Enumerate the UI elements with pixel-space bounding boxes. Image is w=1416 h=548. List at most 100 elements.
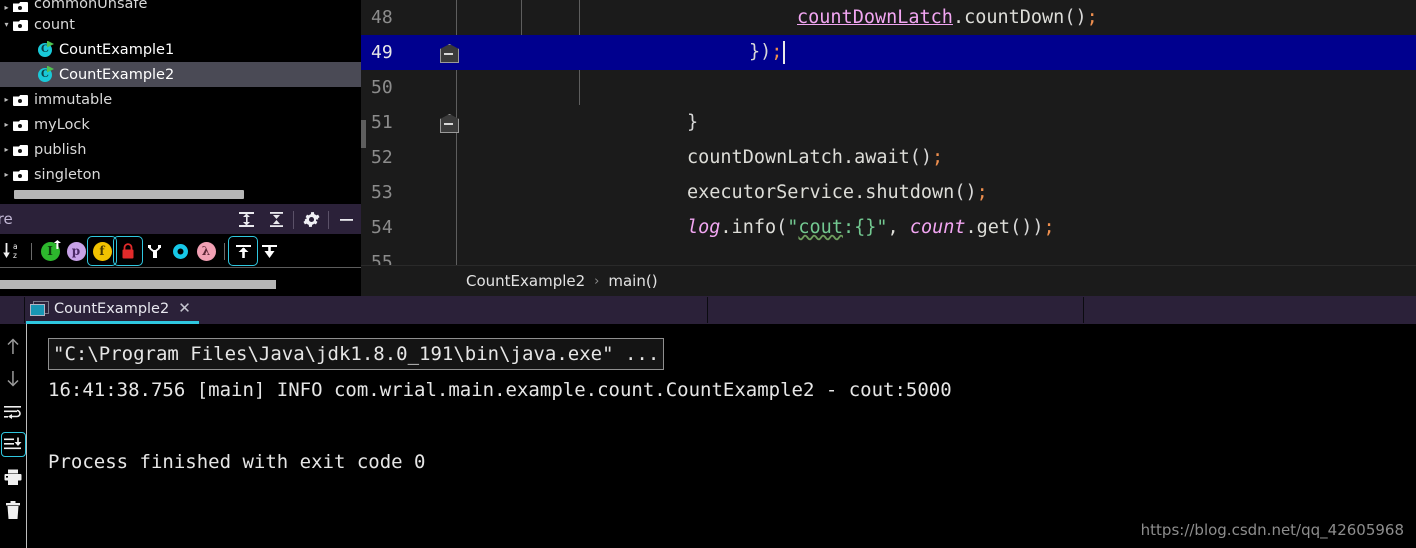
sort-alphabetically-toggle[interactable]: a z (0, 238, 26, 264)
settings-button[interactable] (296, 204, 326, 235)
text-caret (783, 41, 786, 64)
tree-item-commonunsafe[interactable]: commonUnsafe (0, 0, 361, 12)
code-token: () (1010, 217, 1033, 238)
collapse-all-button[interactable] (261, 204, 291, 235)
editor-gutter[interactable] (417, 140, 479, 175)
chevron-right-icon[interactable] (0, 96, 13, 104)
close-icon[interactable]: ✕ (178, 301, 191, 316)
code-token: .info (720, 217, 777, 238)
run-tab-bar: CountExample2 ✕ (0, 296, 1416, 324)
editor-gutter[interactable] (417, 210, 479, 245)
editor-line-52[interactable]: 52 countDownLatch.await(); (361, 140, 1416, 175)
gear-icon (302, 212, 320, 227)
editor-line-55[interactable]: 55 (361, 245, 1416, 265)
structure-horizontal-scrollbar[interactable] (0, 280, 276, 289)
code-token: countDownLatch (687, 147, 843, 168)
editor-line-48[interactable]: 48 countDownLatch.countDown(); (361, 0, 1416, 35)
package-icon (13, 118, 28, 131)
chevron-right-icon[interactable] (0, 146, 13, 154)
structure-panel-header: cture (0, 204, 361, 235)
property-purple-icon: p (66, 241, 86, 261)
editor-gutter[interactable] (417, 105, 479, 140)
editor-lines: 48 countDownLatch.countDown(); 49}); 50 51} 5… (361, 0, 1416, 265)
chevron-down-icon[interactable] (0, 21, 13, 29)
show-anonymous-toggle[interactable] (141, 238, 167, 264)
editor-gutter[interactable] (417, 0, 479, 35)
toolbar-separator-2 (224, 242, 225, 260)
tree-item-immutable[interactable]: immutable (0, 87, 361, 112)
tree-item-count[interactable]: count (0, 12, 361, 37)
show-properties-cyan-toggle[interactable] (167, 238, 193, 264)
expand-all-icon (238, 212, 254, 227)
editor-line-50[interactable]: 50 (361, 70, 1416, 105)
console-line-1: 16:41:38.756 [main] INFO com.wrial.main.… (48, 379, 952, 401)
code-token: executorService (687, 182, 855, 203)
project-tree-panel[interactable]: commonUnsafe count C CountExample1 C CountExa… (0, 0, 361, 204)
show-non-public-toggle[interactable] (113, 236, 143, 266)
tree-item-singleton[interactable]: singleton (0, 162, 361, 187)
autoscroll-from-source-toggle[interactable] (228, 236, 258, 266)
tree-item-mylock[interactable]: myLock (0, 112, 361, 137)
fold-collapse-icon[interactable] (440, 112, 457, 132)
run-tool-window: CountExample2 ✕ "C:\Program Files\Java\j… (0, 296, 1416, 548)
tree-item-publish[interactable]: publish (0, 137, 361, 162)
editor-gutter[interactable] (417, 245, 479, 265)
scroll-to-end-button[interactable] (0, 432, 26, 457)
hide-panel-button[interactable] (331, 204, 361, 235)
editor-gutter[interactable] (417, 175, 479, 210)
package-icon (13, 18, 28, 31)
expand-all-button[interactable] (231, 204, 261, 235)
circle-cyan-icon (172, 243, 188, 259)
structure-header-buttons (231, 204, 361, 235)
fold-collapse-icon[interactable] (440, 42, 457, 62)
show-lambdas-toggle[interactable]: λ (193, 238, 219, 264)
toolbar-separator-1 (31, 242, 32, 260)
project-tree-rows: commonUnsafe count C CountExample1 C CountExa… (0, 0, 361, 187)
show-fields-toggle[interactable]: f (87, 236, 117, 266)
watermark-text: https://blog.csdn.net/qq_42605968 (1140, 521, 1404, 539)
code-text: }); (479, 35, 1416, 70)
editor-line-53[interactable]: 53 executorService.shutdown(); (361, 175, 1416, 210)
editor-gutter[interactable] (417, 70, 479, 105)
collapse-all-icon (269, 212, 283, 227)
code-token: ( (776, 217, 788, 238)
soft-wrap-button[interactable] (2, 400, 25, 423)
code-editor[interactable]: 48 countDownLatch.countDown(); 49}); 50 51} 5… (361, 0, 1416, 265)
code-token: .countDown (952, 7, 1065, 28)
editor-line-51[interactable]: 51} (361, 105, 1416, 140)
tabbar-separator-1 (707, 297, 708, 323)
package-icon (13, 143, 28, 156)
code-token: ; (1086, 7, 1098, 28)
code-token: ; (932, 147, 944, 168)
tree-item-countexample2[interactable]: C CountExample2 (0, 62, 361, 87)
structure-toolbar[interactable]: a z I p f λ (0, 235, 361, 268)
previous-occurrence-button[interactable] (2, 334, 25, 357)
tree-item-countexample1[interactable]: C CountExample1 (0, 37, 361, 62)
next-occurrence-button[interactable] (2, 367, 25, 390)
console-side-toolbar[interactable] (0, 324, 27, 548)
autoscroll-to-source-toggle[interactable] (256, 238, 282, 264)
package-icon (13, 168, 28, 181)
project-tree-horizontal-scrollbar[interactable] (14, 190, 244, 199)
code-token: () (909, 147, 933, 168)
clear-all-button[interactable] (2, 499, 25, 522)
show-properties-toggle[interactable]: p (63, 238, 89, 264)
editor-gutter[interactable] (417, 35, 479, 70)
editor-line-49[interactable]: 49}); (361, 35, 1416, 70)
chevron-right-icon[interactable] (0, 4, 13, 12)
breadcrumb-method[interactable]: main() (608, 272, 657, 290)
editor-scrollbar-marker[interactable] (361, 120, 366, 148)
run-tab-countexample2[interactable]: CountExample2 ✕ (26, 296, 199, 324)
chevron-right-icon[interactable] (0, 171, 13, 179)
breadcrumb[interactable]: CountExample2 › main() (361, 265, 1416, 296)
tabbar-separator-2 (1083, 297, 1084, 323)
print-button[interactable] (2, 466, 25, 489)
code-token: () (954, 182, 977, 203)
structure-panel[interactable]: cture (0, 204, 361, 296)
breadcrumb-separator: › (594, 273, 600, 289)
show-inherited-toggle[interactable]: I (37, 238, 63, 264)
breadcrumb-class[interactable]: CountExample2 (466, 272, 585, 290)
package-icon (13, 93, 28, 106)
chevron-right-icon[interactable] (0, 121, 13, 129)
editor-line-54[interactable]: 54 log.info("cout:{}", count.get()); (361, 210, 1416, 245)
